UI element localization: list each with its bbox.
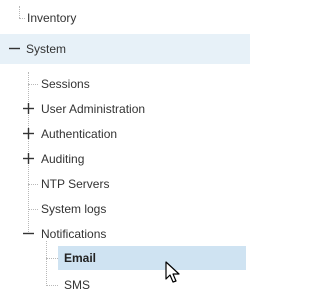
tree-item-label: Email — [64, 251, 97, 265]
tree-item-sessions[interactable]: Sessions — [0, 72, 250, 96]
tree-item-sms[interactable]: SMS — [0, 273, 250, 297]
plus-icon[interactable] — [23, 103, 34, 114]
tree-item-label: System — [26, 42, 67, 56]
tree-item-label: NTP Servers — [41, 177, 110, 191]
tree-item-label: User Administration — [41, 102, 146, 116]
tree-item-email[interactable]: Email — [0, 246, 250, 270]
navigation-tree: Inventory System Sessions User Administr… — [0, 0, 250, 292]
tree-item-label: System logs — [41, 202, 107, 216]
tree-item-label: Auditing — [41, 152, 85, 166]
minus-icon[interactable] — [23, 228, 34, 239]
tree-item-system[interactable]: System — [0, 37, 250, 61]
plus-icon[interactable] — [23, 128, 34, 139]
tree-item-auditing[interactable]: Auditing — [0, 147, 250, 171]
plus-icon[interactable] — [23, 153, 34, 164]
tree-item-label: SMS — [64, 278, 91, 292]
tree-item-label: Authentication — [41, 127, 118, 141]
tree-item-authentication[interactable]: Authentication — [0, 122, 250, 146]
tree-item-label: Inventory — [27, 11, 77, 25]
tree-item-inventory[interactable]: Inventory — [0, 6, 250, 30]
tree-item-notifications[interactable]: Notifications — [0, 222, 250, 246]
tree-item-label: Sessions — [41, 77, 90, 91]
mouse-pointer-icon — [165, 261, 181, 285]
tree-item-ntp-servers[interactable]: NTP Servers — [0, 172, 250, 196]
tree-item-label: Notifications — [41, 227, 107, 241]
tree-item-user-administration[interactable]: User Administration — [0, 97, 250, 121]
minus-icon[interactable] — [9, 43, 20, 54]
tree-item-system-logs[interactable]: System logs — [0, 197, 250, 221]
